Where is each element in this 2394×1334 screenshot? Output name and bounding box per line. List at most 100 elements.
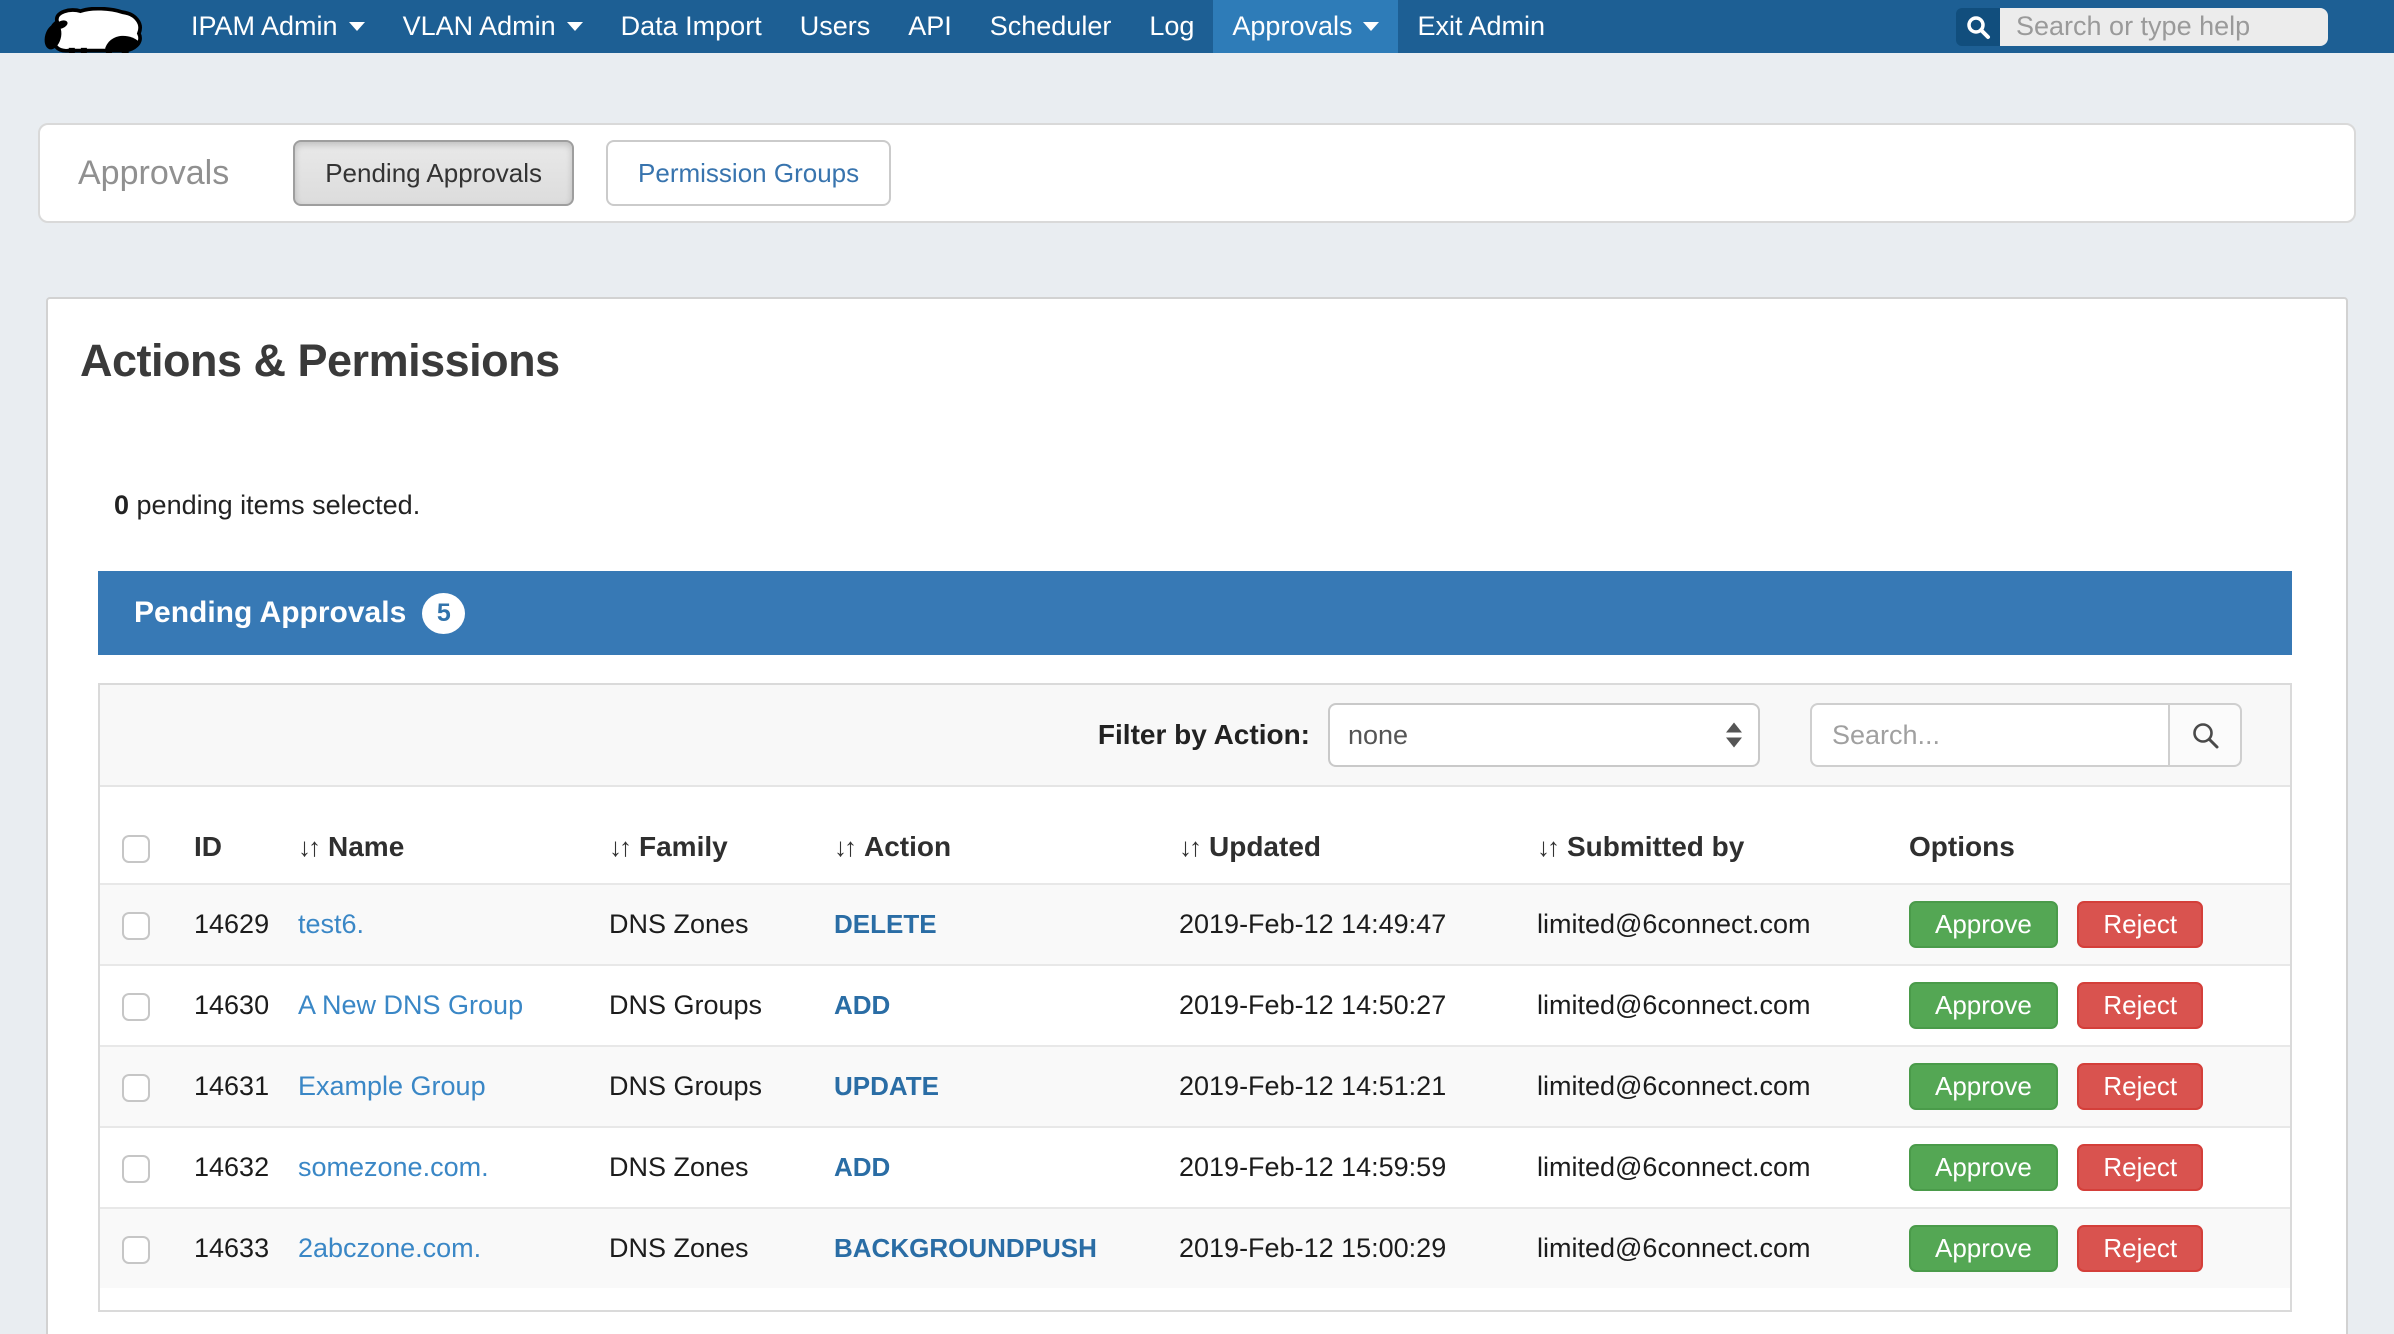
nav-item-users[interactable]: Users xyxy=(781,0,890,53)
approve-button[interactable]: Approve xyxy=(1909,982,2058,1029)
row-action: UPDATE xyxy=(834,1071,939,1101)
row-submitted-by: limited@6connect.com xyxy=(1513,965,1885,1046)
nav-item-exit-admin[interactable]: Exit Admin xyxy=(1398,0,1564,53)
nav-label: Log xyxy=(1149,11,1194,42)
caret-down-icon xyxy=(349,22,365,31)
row-name-link[interactable]: somezone.com. xyxy=(298,1152,489,1182)
row-updated: 2019-Feb-12 14:50:27 xyxy=(1155,965,1513,1046)
approvals-header-card: Approvals Pending Approvals Permission G… xyxy=(38,123,2356,223)
column-label: Options xyxy=(1909,831,2015,862)
selected-text: pending items selected. xyxy=(129,490,420,520)
row-family: DNS Groups xyxy=(585,1046,810,1127)
row-action: DELETE xyxy=(834,909,937,939)
reject-button[interactable]: Reject xyxy=(2077,1144,2203,1191)
approve-button[interactable]: Approve xyxy=(1909,1144,2058,1191)
pending-approvals-panel-header: Pending Approvals 5 xyxy=(98,571,2292,655)
row-name-link[interactable]: Example Group xyxy=(298,1071,486,1101)
filter-selected-value: none xyxy=(1348,720,1408,751)
column-header-family[interactable]: ↓↑Family xyxy=(585,787,810,884)
nav-label: Approvals xyxy=(1232,11,1352,42)
row-checkbox[interactable] xyxy=(122,1236,150,1264)
row-name-link[interactable]: A New DNS Group xyxy=(298,990,523,1020)
row-action: BACKGROUNDPUSH xyxy=(834,1233,1097,1263)
nav-item-ipam-admin[interactable]: IPAM Admin xyxy=(172,0,384,53)
column-label: Updated xyxy=(1209,831,1321,862)
nav-item-data-import[interactable]: Data Import xyxy=(602,0,781,53)
nav-item-api[interactable]: API xyxy=(889,0,971,53)
nav-item-scheduler[interactable]: Scheduler xyxy=(971,0,1131,53)
filter-action-select[interactable]: none xyxy=(1328,703,1760,767)
column-header-options: Options xyxy=(1885,787,2290,884)
table-search-input[interactable] xyxy=(1810,703,2168,767)
row-checkbox[interactable] xyxy=(122,912,150,940)
approve-button[interactable]: Approve xyxy=(1909,1063,2058,1110)
table-row: 14631 Example Group DNS Groups UPDATE 20… xyxy=(100,1046,2290,1127)
section-heading: Actions & Permissions xyxy=(80,335,2346,387)
row-id: 14630 xyxy=(170,965,274,1046)
row-checkbox[interactable] xyxy=(122,993,150,1021)
sort-icon: ↓↑ xyxy=(298,832,318,862)
nav-label: IPAM Admin xyxy=(191,11,338,42)
row-name-link[interactable]: 2abczone.com. xyxy=(298,1233,481,1263)
count-badge: 5 xyxy=(422,593,465,634)
sheep-logo-icon xyxy=(36,7,148,53)
row-checkbox[interactable] xyxy=(122,1074,150,1102)
row-action: ADD xyxy=(834,990,890,1020)
selection-status: 0 pending items selected. xyxy=(114,490,2346,521)
reject-button[interactable]: Reject xyxy=(2077,982,2203,1029)
reject-button[interactable]: Reject xyxy=(2077,901,2203,948)
row-submitted-by: limited@6connect.com xyxy=(1513,884,1885,965)
approve-button[interactable]: Approve xyxy=(1909,901,2058,948)
filter-label: Filter by Action: xyxy=(1098,719,1310,751)
table-search-group xyxy=(1810,703,2242,767)
nav-label: VLAN Admin xyxy=(403,11,556,42)
caret-down-icon xyxy=(1363,22,1379,31)
navbar-search xyxy=(1956,8,2328,46)
caret-down-icon xyxy=(567,22,583,31)
search-icon xyxy=(2190,720,2220,750)
sort-icon: ↓↑ xyxy=(834,832,854,862)
row-submitted-by: limited@6connect.com xyxy=(1513,1208,1885,1288)
tab-permission-groups[interactable]: Permission Groups xyxy=(606,140,891,206)
navbar-search-input[interactable] xyxy=(2000,8,2328,46)
column-header-action[interactable]: ↓↑ Action xyxy=(810,787,1155,884)
nav-item-log[interactable]: Log xyxy=(1130,0,1213,53)
nav-label: Scheduler xyxy=(990,11,1112,42)
row-updated: 2019-Feb-12 14:59:59 xyxy=(1155,1127,1513,1208)
row-family: DNS Zones xyxy=(585,884,810,965)
sort-icon: ↓↑ xyxy=(1179,832,1199,862)
reject-button[interactable]: Reject xyxy=(2077,1225,2203,1272)
row-checkbox[interactable] xyxy=(122,1155,150,1183)
row-name-link[interactable]: test6. xyxy=(298,909,364,939)
search-icon[interactable] xyxy=(1956,8,2000,46)
nav-item-vlan-admin[interactable]: VLAN Admin xyxy=(384,0,602,53)
row-updated: 2019-Feb-12 14:49:47 xyxy=(1155,884,1513,965)
panel-title: Pending Approvals xyxy=(134,596,406,630)
column-label: ID xyxy=(194,831,222,862)
row-updated: 2019-Feb-12 14:51:21 xyxy=(1155,1046,1513,1127)
row-id: 14631 xyxy=(170,1046,274,1127)
nav-label: Exit Admin xyxy=(1417,11,1545,42)
approve-button[interactable]: Approve xyxy=(1909,1225,2058,1272)
nav-item-approvals[interactable]: Approvals xyxy=(1213,0,1398,53)
column-label: Action xyxy=(864,831,951,862)
sort-icon: ↓↑ xyxy=(609,832,629,862)
reject-button[interactable]: Reject xyxy=(2077,1063,2203,1110)
sort-icon: ↓↑ xyxy=(1537,832,1557,862)
column-header-updated[interactable]: ↓↑ Updated xyxy=(1155,787,1513,884)
select-all-checkbox[interactable] xyxy=(122,835,150,863)
table-header-row: ID ↓↑ Name ↓↑Family ↓↑ Action ↓↑ Updated ↓↑… xyxy=(100,787,2290,884)
provision-sheep-logo xyxy=(36,0,148,53)
top-navbar: IPAM Admin VLAN Admin Data Import Users … xyxy=(0,0,2394,53)
column-header-submitted-by[interactable]: ↓↑Submitted by xyxy=(1513,787,1885,884)
selected-count: 0 xyxy=(114,490,129,520)
row-id: 14629 xyxy=(170,884,274,965)
table-search-button[interactable] xyxy=(2168,703,2242,767)
column-label: Name xyxy=(328,831,404,862)
row-family: DNS Groups xyxy=(585,965,810,1046)
column-header-name[interactable]: ↓↑ Name xyxy=(274,787,585,884)
table-row: 14629 test6. DNS Zones DELETE 2019-Feb-1… xyxy=(100,884,2290,965)
nav-label: API xyxy=(908,11,952,42)
tab-pending-approvals[interactable]: Pending Approvals xyxy=(293,140,574,206)
actions-permissions-card: Actions & Permissions 0 pending items se… xyxy=(46,297,2348,1334)
